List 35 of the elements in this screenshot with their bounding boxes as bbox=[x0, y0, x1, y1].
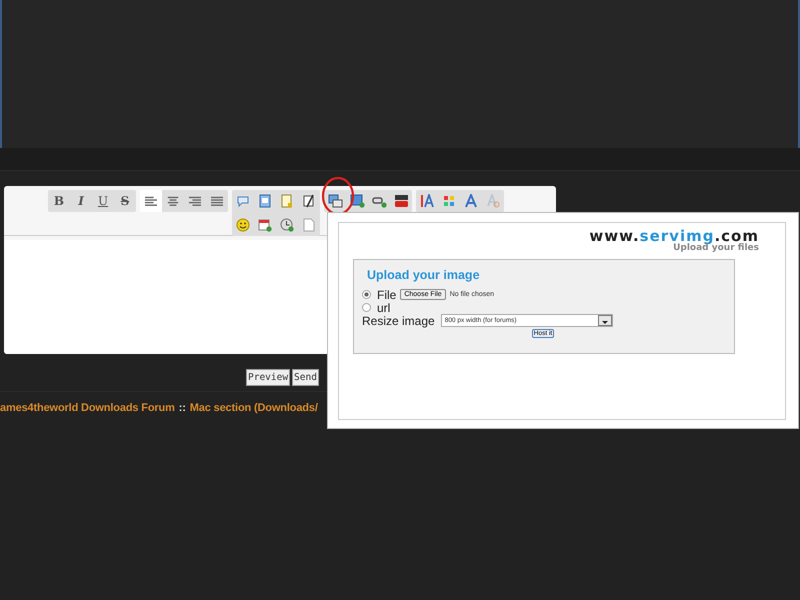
resize-label: Resize image bbox=[362, 314, 435, 328]
color-grid-icon bbox=[442, 194, 456, 208]
smiley-icon bbox=[236, 218, 250, 232]
picture-icon bbox=[350, 194, 364, 208]
clock-icon bbox=[280, 218, 294, 232]
align-icon bbox=[189, 196, 201, 206]
speech-bubble-icon bbox=[236, 194, 250, 208]
form-button[interactable]: Preview bbox=[246, 369, 290, 386]
logo-tagline: Upload your files bbox=[673, 243, 759, 253]
page-icon bbox=[303, 218, 315, 232]
form-button[interactable]: Send bbox=[292, 369, 319, 386]
format-button[interactable]: I bbox=[70, 190, 92, 212]
font-icon bbox=[464, 194, 478, 208]
breadcrumb-link[interactable]: ames4theworld Downloads Forum bbox=[0, 402, 175, 414]
align-icon bbox=[145, 196, 157, 206]
form-heading: Upload your image bbox=[367, 268, 481, 282]
document-icon bbox=[258, 194, 272, 208]
radio-button[interactable] bbox=[362, 290, 371, 299]
font-icon bbox=[420, 194, 434, 208]
format-button[interactable]: B bbox=[48, 190, 70, 212]
align-button[interactable] bbox=[140, 190, 162, 212]
format-button[interactable]: U bbox=[92, 190, 114, 212]
breadcrumb-separator: :: bbox=[178, 402, 186, 414]
site-logo: www.servimg.com bbox=[589, 229, 759, 243]
video-icon bbox=[394, 194, 408, 208]
calendar-icon bbox=[258, 218, 272, 232]
format-button[interactable]: S bbox=[114, 190, 136, 212]
breadcrumb-link[interactable]: Mac section (Downloads/ bbox=[190, 402, 318, 414]
radio-label: File bbox=[377, 288, 396, 302]
image-window-icon bbox=[328, 194, 342, 208]
radio-button[interactable] bbox=[362, 303, 371, 312]
align-icon bbox=[211, 196, 223, 206]
radio-label: url bbox=[377, 300, 390, 314]
align-icon bbox=[167, 196, 179, 206]
note-icon bbox=[280, 194, 294, 208]
